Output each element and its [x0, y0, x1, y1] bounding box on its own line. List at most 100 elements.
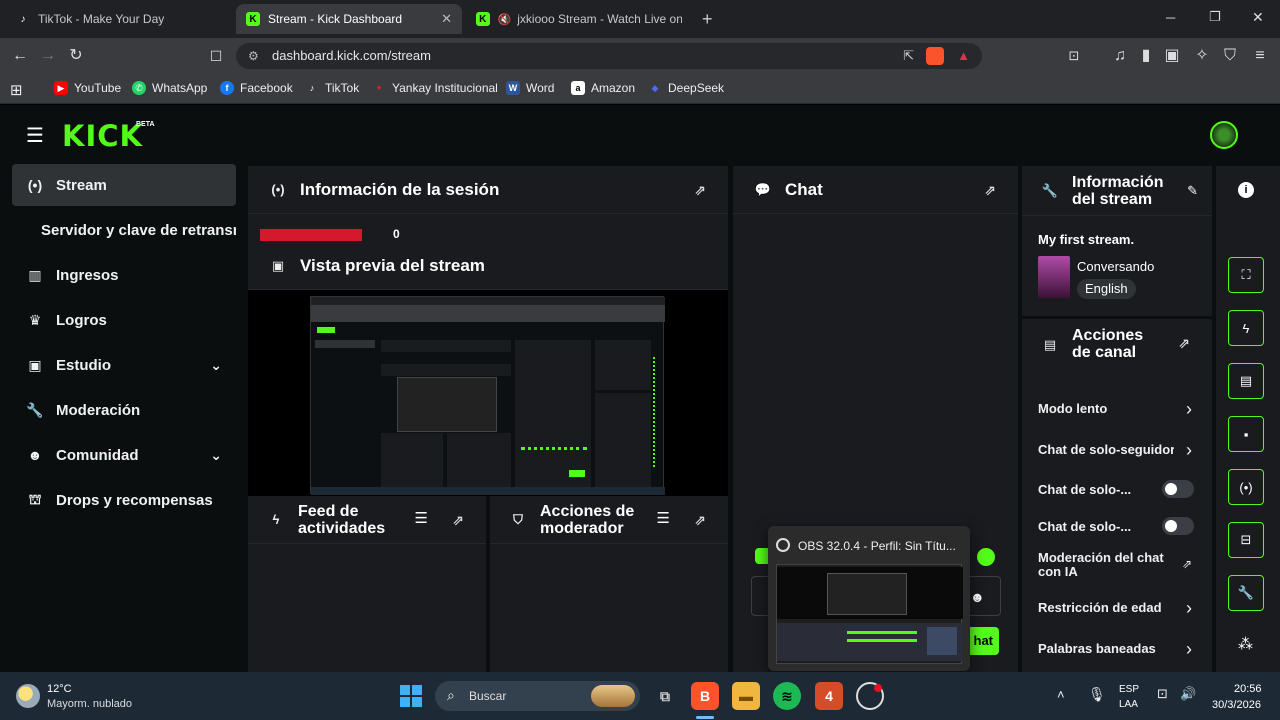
brave-taskbar-icon[interactable]: B	[691, 682, 719, 710]
ai-icon[interactable]: ✧	[1192, 46, 1212, 66]
toggle-switch[interactable]	[1162, 517, 1194, 535]
new-tab-button[interactable]: +	[702, 9, 713, 30]
capture-icon[interactable]: ⛶	[1228, 257, 1264, 293]
sidebar-icon[interactable]: ▮	[1136, 46, 1156, 66]
brave-rewards-icon[interactable]: ▲	[957, 43, 970, 69]
edit-icon[interactable]: ✎	[1187, 182, 1198, 199]
lang-line1[interactable]: ESP	[1119, 684, 1139, 695]
tab-kick-dashboard[interactable]: K Stream - Kick Dashboard ✕	[236, 4, 462, 34]
file-explorer-icon[interactable]: ▬	[732, 682, 760, 710]
preview-thumbnail	[310, 296, 665, 495]
info-icon[interactable]: i	[1238, 182, 1254, 198]
bookmark-icon[interactable]: ☐	[206, 46, 226, 66]
popout-icon[interactable]: ⇗	[694, 182, 706, 199]
broadcast-icon[interactable]: (•)	[1228, 469, 1264, 505]
apps-icon[interactable]: ⊞	[10, 81, 23, 99]
deepseek-icon: ◆	[651, 82, 659, 93]
popout-icon[interactable]: ⇗	[1178, 335, 1190, 352]
taskbar-search[interactable]: ⌕ Buscar	[435, 681, 640, 711]
spotify-icon[interactable]: ≋	[773, 682, 801, 710]
vpn-icon[interactable]: ⛉	[1220, 46, 1240, 66]
close-window-icon[interactable]: ✕	[1252, 9, 1264, 26]
bookmark-whatsapp[interactable]: ✆ WhatsApp	[132, 81, 207, 95]
menu-icon[interactable]: ≡	[1250, 46, 1270, 66]
microphone-icon[interactable]: 🎙	[1088, 686, 1106, 703]
bookmark-yankay[interactable]: ✦ Yankay Institucional	[372, 81, 498, 95]
ai-moderation-row[interactable]: Moderación del chat con IA ⇗	[1038, 551, 1196, 579]
lightning-icon[interactable]: ϟ	[1228, 310, 1264, 346]
tab-tiktok[interactable]: ♪ TikTok - Make Your Day	[6, 4, 232, 34]
windows-start-icon[interactable]	[400, 685, 422, 707]
emoji-icon[interactable]: ☻	[970, 589, 985, 605]
back-icon[interactable]: ←	[10, 46, 30, 66]
popout-icon[interactable]: ⇗	[694, 512, 706, 529]
kick-logo[interactable]: KICK	[62, 119, 143, 153]
toggle-switch[interactable]	[1162, 480, 1194, 498]
chat-bubble-icon[interactable]: ▪	[1228, 416, 1264, 452]
bookmark-facebook[interactable]: f Facebook	[220, 81, 293, 95]
obs-taskbar-preview[interactable]: OBS 32.0.4 - Perfil: Sin Títu...	[768, 526, 970, 671]
minimize-icon[interactable]: ─	[1166, 10, 1175, 25]
age-restriction-row[interactable]: Restricción de edad ›	[1038, 598, 1196, 618]
followers-only-row[interactable]: Chat de solo-seguidor ›	[1038, 442, 1196, 460]
leo-icon[interactable]: ⊡	[1064, 46, 1084, 66]
popout-icon[interactable]: ⇗	[984, 182, 996, 199]
volume-icon[interactable]: 🔊	[1180, 686, 1196, 702]
filter-icon[interactable]: ☰	[415, 510, 428, 527]
music-icon[interactable]: ♫	[1110, 46, 1130, 66]
bookmark-amazon[interactable]: a Amazon	[571, 81, 635, 95]
sidebar-item-logros[interactable]: ♛ Logros	[12, 299, 236, 341]
clock-date[interactable]: 30/3/2026	[1212, 699, 1261, 711]
bookmark-tiktok[interactable]: ♪ TikTok	[305, 81, 359, 95]
bookmark-deepseek[interactable]: ◆ DeepSeek	[648, 81, 725, 95]
hamburger-icon[interactable]: ☰	[26, 123, 44, 148]
site-settings-icon[interactable]: ⚙	[248, 43, 259, 69]
maximize-icon[interactable]: ❐	[1209, 9, 1221, 25]
banned-words-row[interactable]: Palabras baneadas ›	[1038, 639, 1196, 659]
lang-line2[interactable]: LAA	[1119, 699, 1138, 710]
kick-icon: K	[476, 12, 490, 26]
close-tab-icon[interactable]: ✕	[441, 11, 452, 27]
task-view-icon[interactable]: ⧉	[651, 682, 679, 710]
tab-kick-stream[interactable]: K 🔇 jxkiooo Stream - Watch Live on K	[466, 4, 692, 34]
broadcast-icon: (•)	[271, 182, 285, 197]
network-icon[interactable]: ⊡	[1157, 686, 1168, 702]
chat-restriction-row[interactable]: Chat de solo-...	[1038, 517, 1196, 535]
sidebar-item-server-key[interactable]: Servidor y clave de retransn	[12, 209, 236, 251]
reload-icon[interactable]: ↻	[66, 46, 86, 66]
layout-icon[interactable]: ⊟	[1228, 522, 1264, 558]
filter-icon[interactable]: ☰	[657, 510, 670, 527]
popout-icon[interactable]: ⇗	[452, 512, 464, 529]
studio-icon: ▣	[28, 356, 42, 373]
avatar[interactable]	[1210, 121, 1238, 149]
wallet-icon[interactable]: ▣	[1162, 46, 1182, 66]
community-icon[interactable]: ⁂	[1238, 635, 1253, 653]
chevron-up-icon[interactable]: ˄	[1057, 687, 1065, 702]
weather-icon[interactable]	[16, 684, 40, 708]
chat-restriction-row[interactable]: Chat de solo-...	[1038, 480, 1196, 498]
share-icon[interactable]: ⇱	[903, 43, 914, 69]
app-4-icon[interactable]: 4	[815, 682, 843, 710]
sidebar-item-ingresos[interactable]: ▥ Ingresos	[12, 254, 236, 296]
sidebar-item-moderacion[interactable]: 🔧 Moderación	[12, 389, 236, 431]
wrench-icon[interactable]: 🔧	[1228, 575, 1264, 611]
bookmark-youtube[interactable]: ▶ YouTube	[54, 81, 121, 95]
bookmark-word[interactable]: W Word	[506, 81, 554, 95]
channel-actions-panel: ▤ Acciones de canal ⇗ Modo lento › Chat de…	[1022, 319, 1212, 672]
forward-icon[interactable]: →	[38, 46, 58, 66]
document-icon[interactable]: ▤	[1228, 363, 1264, 399]
url-field[interactable]: ⚙ dashboard.kick.com/stream ⇱ ▲	[236, 43, 982, 69]
sidebar-item-comunidad[interactable]: ☻ Comunidad ⌄	[12, 434, 236, 476]
slow-mode-row[interactable]: Modo lento ›	[1038, 399, 1196, 419]
brave-shields-icon[interactable]	[926, 47, 944, 65]
emote-icon[interactable]	[977, 548, 995, 566]
sidebar-item-estudio[interactable]: ▣ Estudio ⌄	[12, 344, 236, 386]
channel-actions-header: ▤ Acciones de canal ⇗	[1022, 319, 1212, 369]
activity-feed-header: ϟ Feed de actividades ☰ ⇗	[248, 496, 486, 544]
sidebar-item-drops[interactable]: ⛫ Drops y recompensas	[12, 479, 236, 521]
taskbar: 12°C Mayorm. nublado ⌕ Buscar ⧉ B ▬ ≋ 4 …	[0, 672, 1280, 720]
lightning-icon: ϟ	[272, 512, 280, 527]
preview-video[interactable]	[248, 290, 728, 496]
sidebar-item-stream[interactable]: (•) Stream	[12, 164, 236, 206]
clock-time[interactable]: 20:56	[1234, 683, 1262, 695]
